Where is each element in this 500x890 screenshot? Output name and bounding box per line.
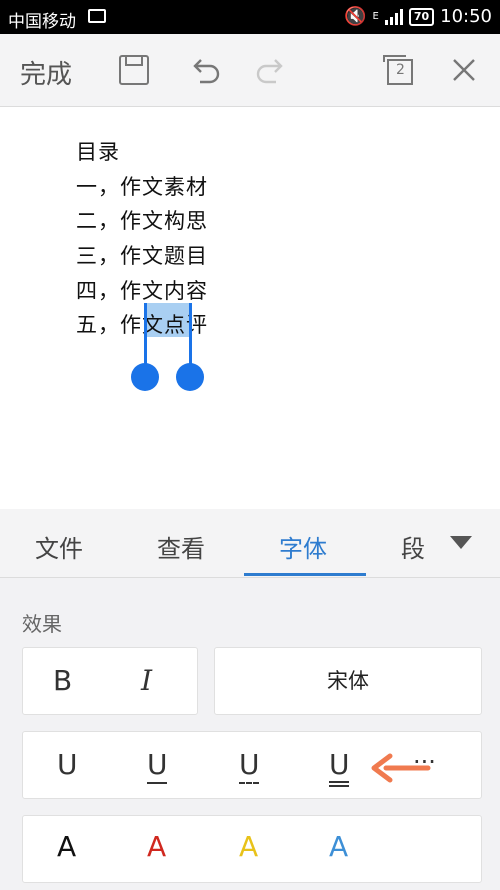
underline-dashed-mark bbox=[239, 782, 259, 784]
underline-single-label: U bbox=[147, 748, 168, 781]
carrier-name: 中国移动 bbox=[8, 12, 76, 32]
font-name: 宋体 bbox=[327, 669, 369, 693]
doc-line: 三，作文题目 bbox=[76, 244, 208, 268]
signal-icon bbox=[384, 8, 403, 25]
redo-icon[interactable] bbox=[254, 52, 290, 88]
italic-button[interactable]: I bbox=[141, 664, 152, 697]
save-icon[interactable] bbox=[116, 52, 152, 88]
mute-icon: 🔇 bbox=[344, 6, 367, 27]
tab-font[interactable]: 字体 bbox=[279, 529, 327, 564]
selection-end-handle[interactable] bbox=[176, 363, 204, 391]
underline-none-button[interactable]: U bbox=[57, 748, 78, 781]
window-count: 2 bbox=[396, 62, 405, 78]
underline-dashed-button[interactable]: U bbox=[237, 748, 261, 788]
doc-line: 一，作文素材 bbox=[76, 175, 208, 199]
font-color-row: A A A A bbox=[22, 815, 482, 883]
underline-double-mark-2 bbox=[329, 785, 349, 787]
selection-start-handle[interactable] bbox=[131, 363, 159, 391]
font-color-red[interactable]: A bbox=[147, 830, 166, 863]
windows-button[interactable]: 2 bbox=[380, 52, 416, 88]
doc-line: 二，作文构思 bbox=[76, 209, 208, 233]
undo-icon[interactable] bbox=[186, 52, 222, 88]
chevron-down-icon[interactable] bbox=[450, 536, 472, 549]
network-type: E bbox=[372, 11, 379, 22]
bold-button[interactable]: B bbox=[53, 664, 72, 697]
font-color-black[interactable]: A bbox=[57, 830, 76, 863]
selection-end-handle-bar[interactable] bbox=[189, 303, 192, 365]
underline-double-button[interactable]: U bbox=[327, 748, 351, 788]
status-right: 🔇 E 70 10:50 bbox=[344, 6, 492, 27]
arrow-annotation-icon bbox=[371, 753, 431, 783]
font-color-blue[interactable]: A bbox=[329, 830, 348, 863]
editor-toolbar: 完成 2 bbox=[0, 34, 500, 107]
image-notification-icon bbox=[88, 9, 106, 23]
underline-single-button[interactable]: U bbox=[145, 748, 169, 788]
underline-double-mark-1 bbox=[329, 781, 349, 783]
tab-paragraph[interactable]: 段 bbox=[401, 529, 425, 564]
font-color-yellow[interactable]: A bbox=[239, 830, 258, 863]
underline-single-mark bbox=[147, 782, 167, 784]
underline-dashed-label: U bbox=[239, 748, 260, 781]
doc-line: 目录 bbox=[76, 140, 120, 164]
done-button[interactable]: 完成 bbox=[20, 54, 72, 91]
section-label-effects: 效果 bbox=[22, 612, 62, 636]
tab-file[interactable]: 文件 bbox=[35, 529, 83, 564]
selection-start-handle-bar[interactable] bbox=[144, 303, 147, 365]
doc-line: 四，作文内容 bbox=[76, 279, 208, 303]
close-icon[interactable] bbox=[446, 52, 482, 88]
active-tab-indicator bbox=[244, 573, 366, 576]
font-family-selector[interactable]: 宋体 bbox=[214, 647, 482, 715]
battery-icon: 70 bbox=[408, 7, 435, 26]
status-bar: 中国移动 🔇 E 70 10:50 bbox=[0, 0, 500, 34]
tab-view[interactable]: 查看 bbox=[157, 529, 205, 564]
bold-italic-group: B I bbox=[22, 647, 198, 715]
clock: 10:50 bbox=[440, 6, 492, 27]
document-canvas[interactable]: 目录 一，作文素材 二，作文构思 三，作文题目 四，作文内容 五，作文点评 bbox=[0, 107, 500, 509]
underline-double-label: U bbox=[329, 748, 350, 781]
ribbon-tabs: 文件 查看 字体 段 bbox=[0, 509, 500, 578]
